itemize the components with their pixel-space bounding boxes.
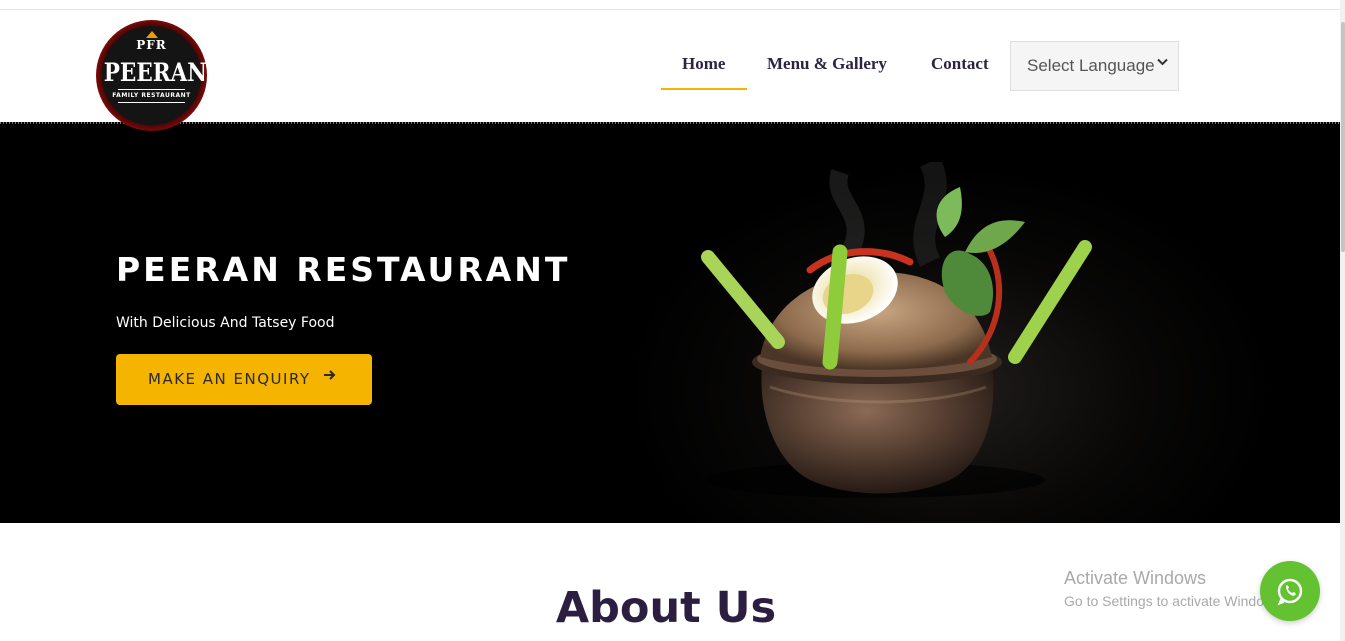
active-nav-indicator	[661, 88, 747, 90]
make-enquiry-label: MAKE AN ENQUIRY	[148, 370, 311, 388]
logo-name: PEERAN	[103, 58, 207, 87]
hero-title: PEERAN RESTAURANT	[116, 250, 571, 289]
logo-divider	[118, 89, 185, 90]
chevron-down-icon	[1157, 55, 1168, 69]
make-enquiry-button[interactable]: MAKE AN ENQUIRY	[116, 354, 372, 405]
nav-item-contact[interactable]: Contact	[931, 54, 989, 74]
hero-subtitle: With Delicious And Tatsey Food	[116, 315, 335, 331]
whatsapp-button[interactable]	[1260, 561, 1320, 621]
page-scrollbar-thumb[interactable]	[1341, 22, 1345, 252]
nav-item-menu-gallery[interactable]: Menu & Gallery	[767, 54, 887, 74]
activate-windows-subtitle: Go to Settings to activate Windows.	[1064, 593, 1285, 609]
hero-top-border	[0, 122, 1340, 124]
logo-monogram: PFR	[136, 38, 167, 52]
logo-roof-icon	[146, 31, 158, 38]
nav-item-home[interactable]: Home	[682, 54, 725, 74]
language-select-value: Select Language	[1027, 56, 1155, 75]
browser-top-strip	[0, 0, 1345, 10]
biryani-bowl-image	[701, 162, 1092, 498]
whatsapp-icon	[1277, 578, 1303, 606]
logo-divider	[118, 102, 185, 103]
activate-windows-title: Activate Windows	[1064, 568, 1207, 588]
arrow-right-icon	[323, 367, 337, 387]
restaurant-logo[interactable]: PFR PEERAN FAMILY RESTAURANT	[96, 20, 207, 131]
logo-tagline: FAMILY RESTAURANT	[112, 92, 191, 99]
site-header: PFR PEERAN FAMILY RESTAURANT Home Menu &…	[0, 10, 1340, 131]
hero-banner: PEERAN RESTAURANT With Delicious And Tat…	[0, 122, 1340, 523]
language-select[interactable]: Select Language	[1010, 41, 1179, 91]
